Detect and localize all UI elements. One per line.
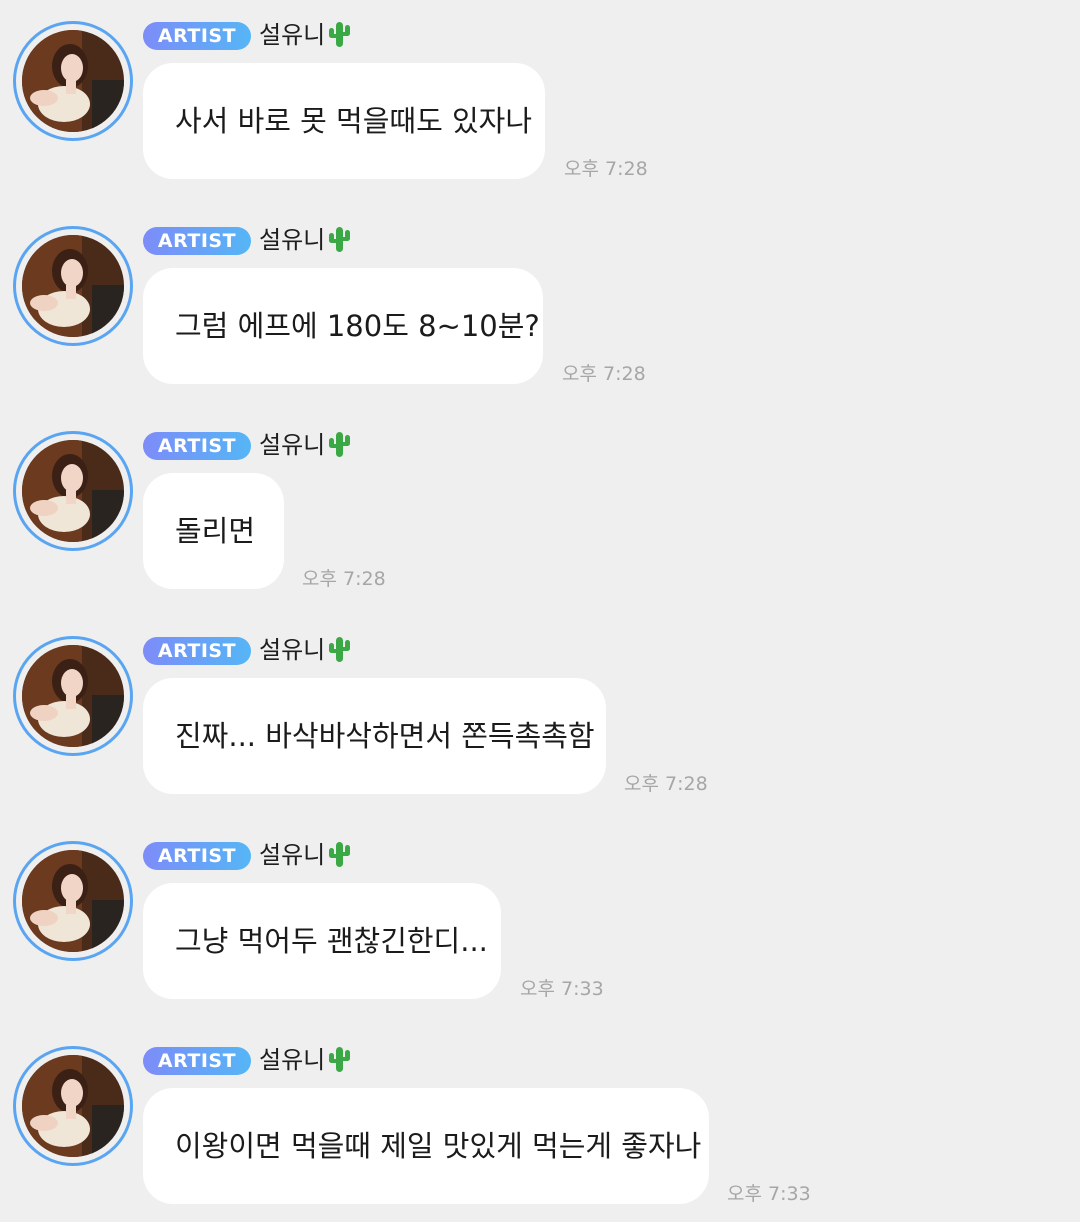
cactus-icon: [329, 22, 351, 47]
message-row: ARTIST 설유니 진짜... 바삭바삭하면서 쫀득촉촉함 오후 7:28: [0, 615, 1080, 805]
avatar-photo: [22, 235, 124, 337]
sender-name-text: 설유니: [259, 226, 326, 254]
message-timestamp: 오후 7:28: [562, 363, 646, 385]
message-timestamp: 오후 7:28: [564, 158, 648, 180]
avatar-photo: [22, 850, 124, 952]
message-bubble[interactable]: 그냥 먹어두 괜찮긴한디...: [143, 883, 501, 999]
avatar[interactable]: [13, 431, 133, 551]
message-row: ARTIST 설유니 돌리면 오후 7:28: [0, 410, 1080, 600]
message-timestamp: 오후 7:33: [727, 1183, 811, 1205]
sender-name[interactable]: 설유니: [259, 18, 351, 52]
sender-name[interactable]: 설유니: [259, 1043, 351, 1077]
sender-name-text: 설유니: [259, 841, 326, 869]
avatar-photo: [22, 30, 124, 132]
avatar[interactable]: [13, 226, 133, 346]
message-row: ARTIST 설유니 그냥 먹어두 괜찮긴한디... 오후 7:33: [0, 820, 1080, 1010]
avatar-photo: [22, 1055, 124, 1157]
message-bubble[interactable]: 그럼 에프에 180도 8~10분?: [143, 268, 543, 384]
sender-name[interactable]: 설유니: [259, 428, 351, 462]
message-row: ARTIST 설유니 이왕이면 먹을때 제일 맛있게 먹는게 좋자나 오후 7:…: [0, 1025, 1080, 1215]
artist-badge: ARTIST: [143, 637, 251, 665]
avatar[interactable]: [13, 21, 133, 141]
message-bubble[interactable]: 사서 바로 못 먹을때도 있자나: [143, 63, 545, 179]
artist-badge: ARTIST: [143, 22, 251, 50]
message-row: ARTIST 설유니 그럼 에프에 180도 8~10분? 오후 7:28: [0, 205, 1080, 395]
message-bubble[interactable]: 이왕이면 먹을때 제일 맛있게 먹는게 좋자나: [143, 1088, 709, 1204]
message-bubble[interactable]: 돌리면: [143, 473, 284, 589]
sender-name-text: 설유니: [259, 431, 326, 459]
chat-message-list[interactable]: ARTIST 설유니 사서 바로 못 먹을때도 있자나 오후 7:28 ARTI…: [0, 0, 1080, 1222]
artist-badge: ARTIST: [143, 432, 251, 460]
sender-name[interactable]: 설유니: [259, 633, 351, 667]
cactus-icon: [329, 1047, 351, 1072]
avatar[interactable]: [13, 636, 133, 756]
avatar-photo: [22, 645, 124, 747]
message-timestamp: 오후 7:33: [520, 978, 604, 1000]
message-row: ARTIST 설유니 사서 바로 못 먹을때도 있자나 오후 7:28: [0, 0, 1080, 190]
sender-name-text: 설유니: [259, 21, 326, 49]
avatar[interactable]: [13, 841, 133, 961]
cactus-icon: [329, 842, 351, 867]
artist-badge: ARTIST: [143, 1047, 251, 1075]
cactus-icon: [329, 432, 351, 457]
cactus-icon: [329, 227, 351, 252]
cactus-icon: [329, 637, 351, 662]
artist-badge: ARTIST: [143, 227, 251, 255]
artist-badge: ARTIST: [143, 842, 251, 870]
avatar-photo: [22, 440, 124, 542]
avatar[interactable]: [13, 1046, 133, 1166]
sender-name-text: 설유니: [259, 636, 326, 664]
sender-name[interactable]: 설유니: [259, 223, 351, 257]
message-timestamp: 오후 7:28: [302, 568, 386, 590]
sender-name[interactable]: 설유니: [259, 838, 351, 872]
sender-name-text: 설유니: [259, 1046, 326, 1074]
message-bubble[interactable]: 진짜... 바삭바삭하면서 쫀득촉촉함: [143, 678, 606, 794]
message-timestamp: 오후 7:28: [624, 773, 708, 795]
